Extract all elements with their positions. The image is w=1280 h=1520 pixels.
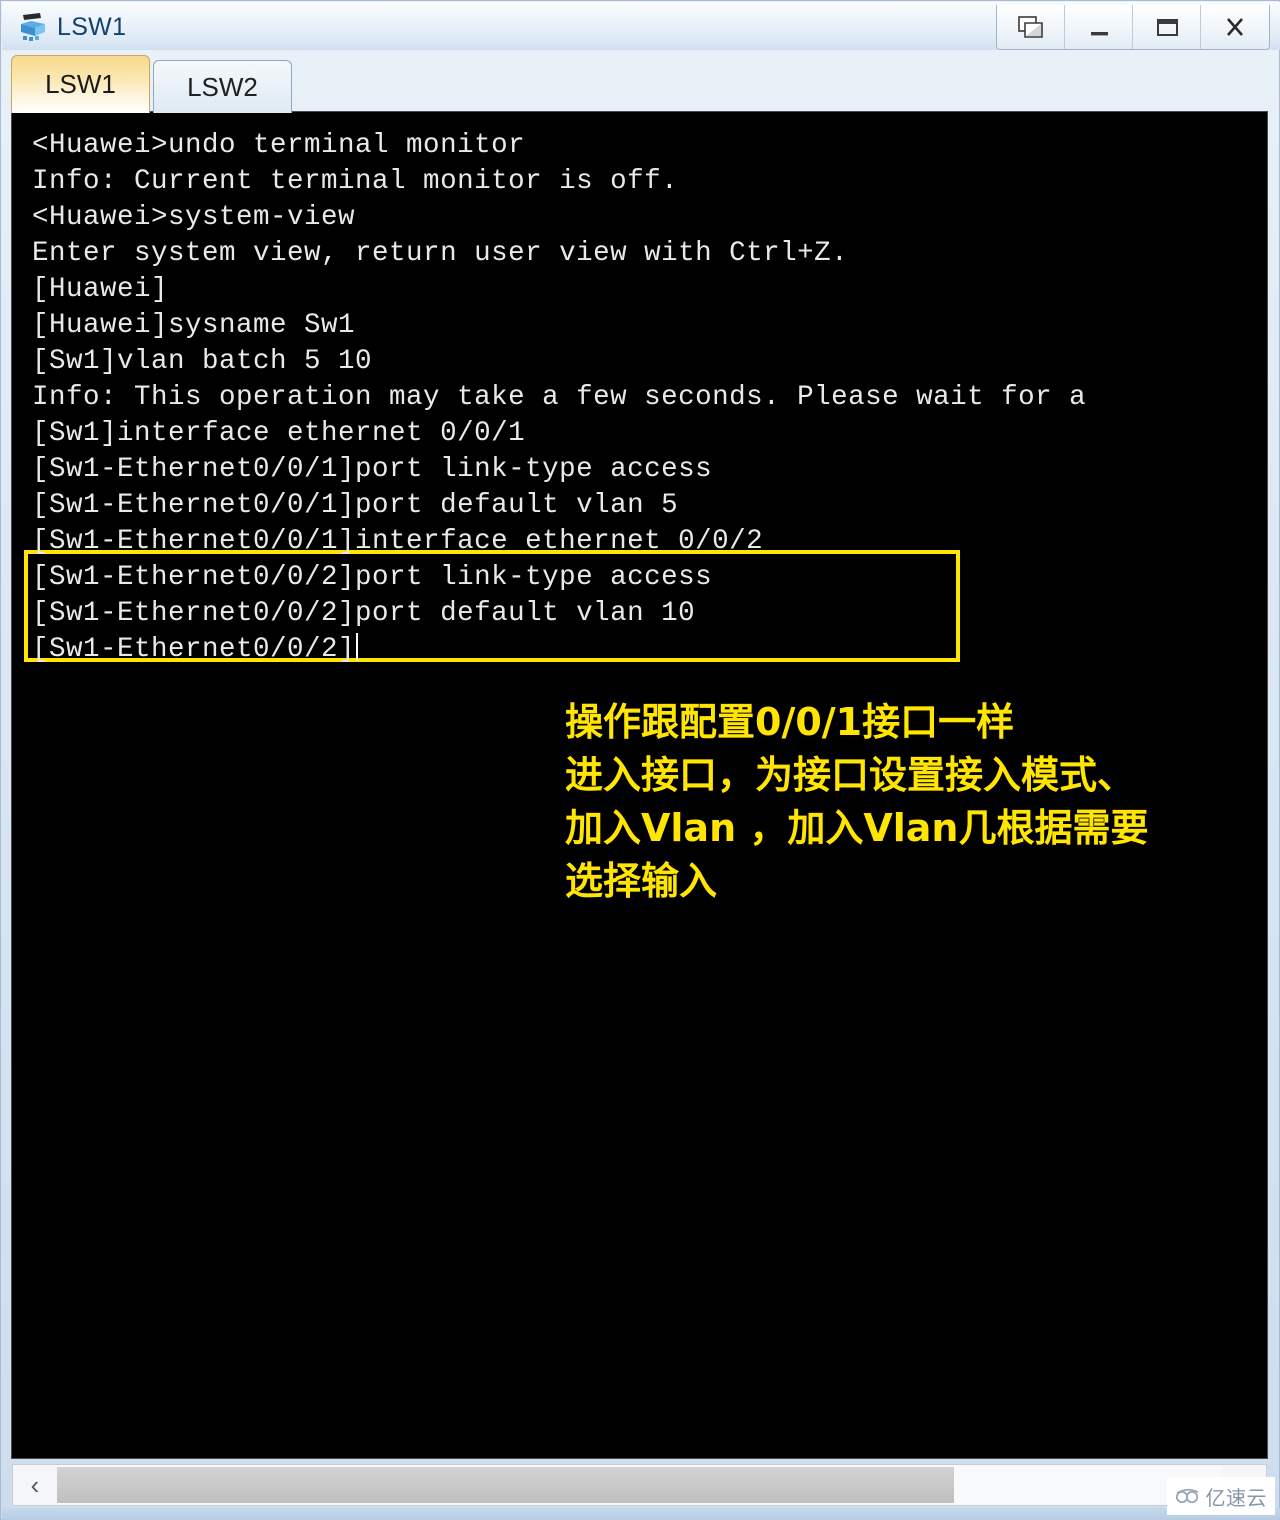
tab-lsw1-label: LSW1 bbox=[45, 69, 116, 99]
terminal-prompt-text: [Sw1-Ethernet0/0/2] bbox=[32, 634, 356, 665]
tab-bar: LSW1 LSW2 bbox=[11, 53, 1271, 113]
window-title: LSW1 bbox=[57, 12, 127, 41]
terminal-line: <Huawei>system-view bbox=[32, 202, 356, 233]
watermark-text: 亿速云 bbox=[1205, 1485, 1267, 1510]
terminal-line: [Huawei] bbox=[32, 274, 169, 305]
cloud-logo-icon bbox=[1175, 1488, 1198, 1504]
annotation-line: 操作跟配置0/0/1接口一样 bbox=[565, 700, 1015, 744]
text-cursor bbox=[356, 633, 359, 661]
tab-lsw2-label: LSW2 bbox=[187, 71, 258, 102]
terminal-console[interactable]: <Huawei>undo terminal monitor Info: Curr… bbox=[11, 111, 1268, 1459]
terminal-line: [Huawei]sysname Sw1 bbox=[32, 310, 356, 341]
terminal-line: <Huawei>undo terminal monitor bbox=[32, 130, 526, 161]
terminal-line: Info: Current terminal monitor is off. bbox=[32, 166, 679, 197]
annotation-note: 操作跟配置0/0/1接口一样 进入接口，为接口设置接入模式、 加入Vlan ，加… bbox=[565, 696, 1149, 908]
scrollbar-thumb[interactable] bbox=[57, 1467, 955, 1503]
annotation-line: 加入Vlan ，加入Vlan几根据需要 bbox=[565, 806, 1149, 850]
terminal-line: Info: This operation may take a few seco… bbox=[32, 382, 1087, 413]
window-bottom-edge bbox=[2, 1508, 1280, 1520]
terminal-line: [Sw1]vlan batch 5 10 bbox=[32, 346, 373, 377]
annotation-line: 选择输入 bbox=[565, 859, 718, 903]
minimize-button[interactable] bbox=[1065, 5, 1133, 49]
maximize-button[interactable] bbox=[1133, 5, 1201, 49]
terminal-line: [Sw1]interface ethernet 0/0/1 bbox=[32, 418, 526, 449]
watermark: 亿速云 bbox=[1166, 1477, 1275, 1515]
annotation-line: 进入接口，为接口设置接入模式、 bbox=[565, 753, 1136, 797]
switch-device-icon bbox=[16, 9, 50, 43]
scroll-left-arrow-icon[interactable]: ‹ bbox=[13, 1465, 57, 1505]
terminal-line: [Sw1-Ethernet0/0/2]port default vlan 10 bbox=[32, 598, 696, 629]
terminal-line: [Sw1-Ethernet0/0/1]port default vlan 5 bbox=[32, 490, 679, 521]
horizontal-scrollbar[interactable]: ‹ › bbox=[12, 1464, 1267, 1506]
terminal-line: [Sw1-Ethernet0/0/1]interface ethernet 0/… bbox=[32, 526, 764, 557]
restore-button[interactable] bbox=[997, 5, 1065, 49]
tab-lsw1[interactable]: LSW1 bbox=[11, 55, 150, 113]
terminal-line: Enter system view, return user view with… bbox=[32, 238, 849, 269]
terminal-window: LSW1 LSW1 LSW2 <Huawei>undo terminal mon… bbox=[0, 0, 1280, 1520]
close-button[interactable] bbox=[1201, 5, 1269, 49]
tab-lsw2[interactable]: LSW2 bbox=[153, 60, 292, 113]
scrollbar-track[interactable] bbox=[57, 1465, 1222, 1505]
window-controls bbox=[996, 5, 1270, 50]
title-bar: LSW1 bbox=[2, 2, 1280, 50]
terminal-line: [Sw1-Ethernet0/0/1]port link-type access bbox=[32, 454, 713, 485]
terminal-prompt-line: [Sw1-Ethernet0/0/2] bbox=[32, 632, 1267, 668]
terminal-line: [Sw1-Ethernet0/0/2]port link-type access bbox=[32, 562, 713, 593]
